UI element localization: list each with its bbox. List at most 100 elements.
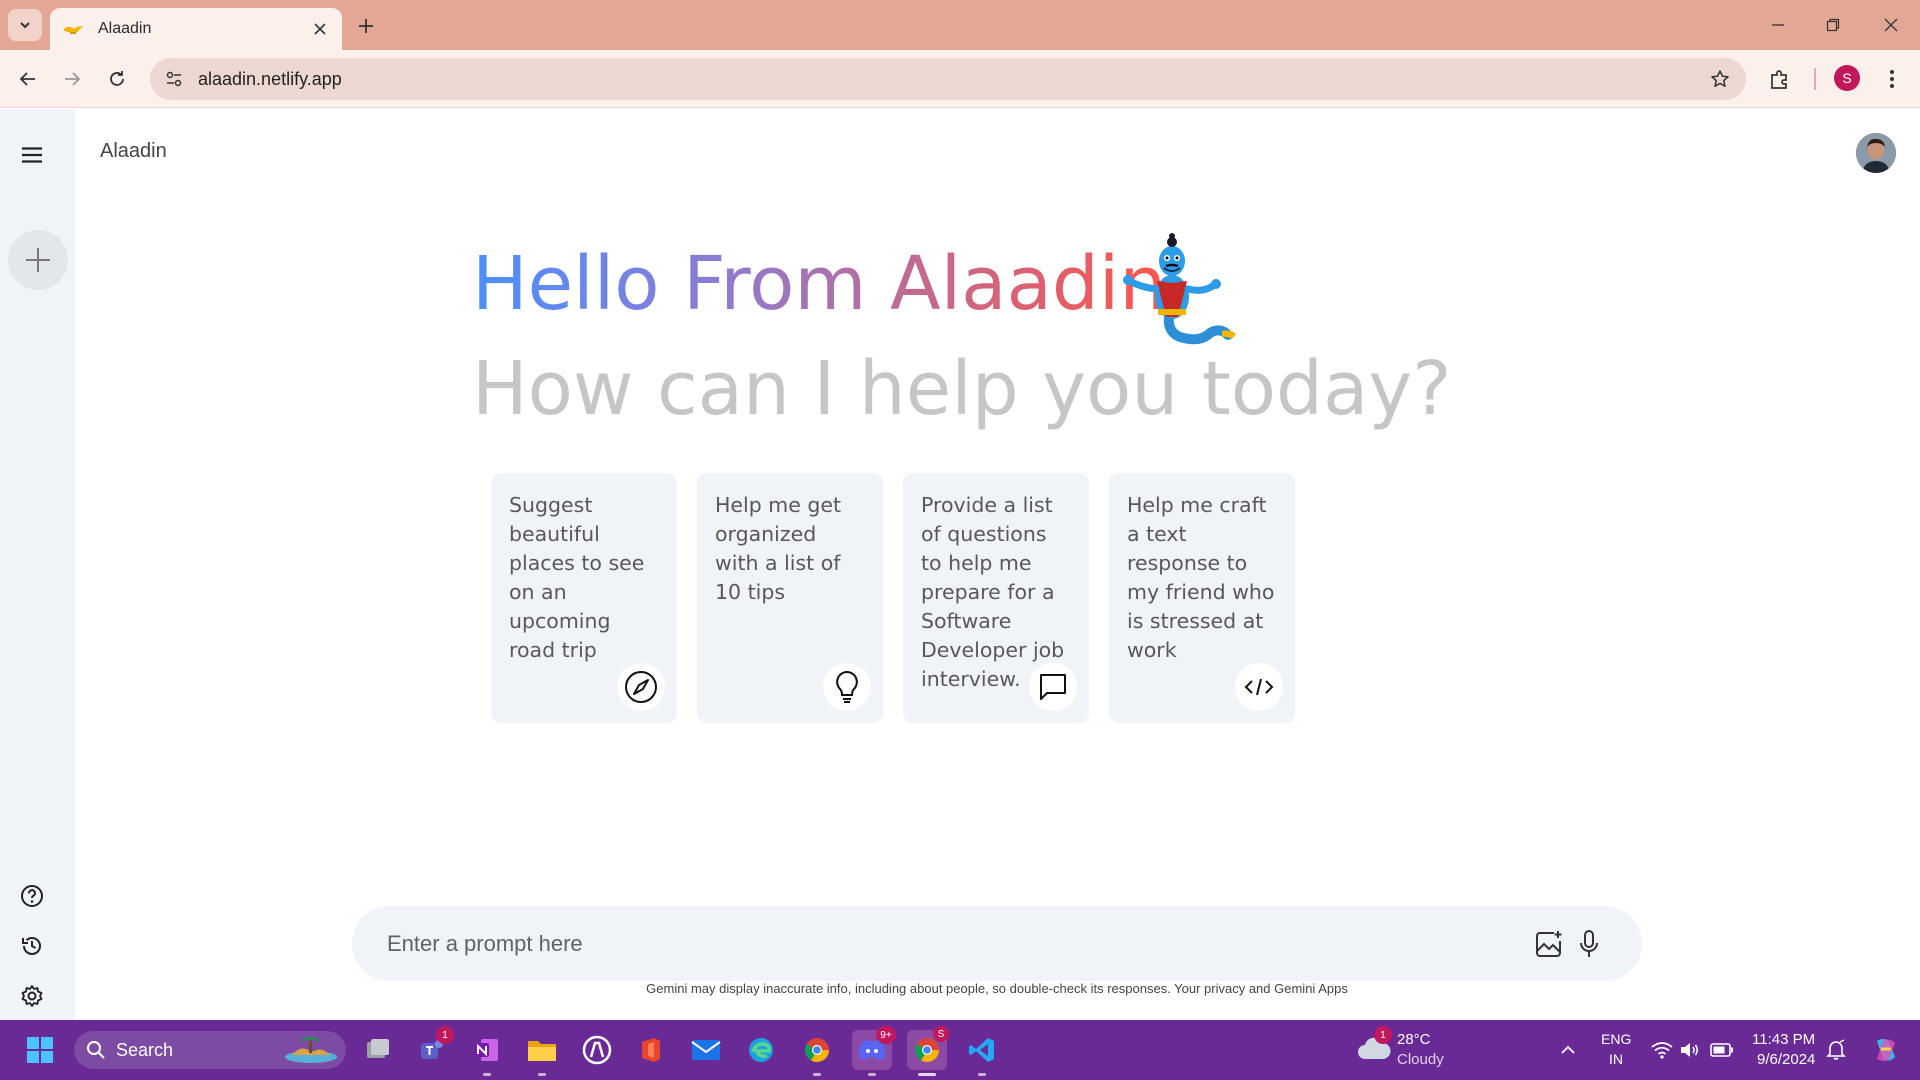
- new-tab-button[interactable]: [352, 12, 380, 40]
- app-taskbar-icon[interactable]: [577, 1030, 617, 1070]
- close-icon: [1884, 18, 1898, 32]
- office-taskbar-icon[interactable]: [631, 1030, 671, 1070]
- compass-icon: [617, 663, 665, 711]
- suggestion-card[interactable]: Help me craft a text response to my frie…: [1109, 473, 1295, 723]
- settings-button[interactable]: [18, 982, 46, 1010]
- tab-search-button[interactable]: [8, 9, 42, 41]
- windows-taskbar: Search 1 9+ S 1 28°C Cloudy ENG IN 11:43…: [0, 1020, 1920, 1080]
- clock-date[interactable]: 9/6/2024: [1757, 1051, 1815, 1068]
- lamp-favicon-icon: [62, 21, 84, 37]
- notifications-button[interactable]: [1816, 1030, 1856, 1070]
- battery-status[interactable]: [1702, 1030, 1742, 1070]
- help-button[interactable]: [18, 882, 46, 910]
- file-explorer-taskbar-icon[interactable]: [522, 1030, 562, 1076]
- lightbulb-icon: [823, 663, 871, 711]
- browser-menu-button[interactable]: [1878, 63, 1906, 95]
- temperature-text[interactable]: 28°C: [1397, 1031, 1431, 1048]
- prompt-input[interactable]: [387, 930, 1526, 957]
- image-add-icon: [1536, 930, 1562, 957]
- history-icon: [22, 937, 41, 955]
- task-view-icon: [367, 1039, 389, 1058]
- url-text[interactable]: alaadin.netlify.app: [198, 69, 1702, 90]
- teams-badge: 1: [436, 1026, 454, 1044]
- arrow-right-icon: [65, 72, 81, 86]
- bookmark-star-icon[interactable]: [1702, 61, 1738, 97]
- activity-button[interactable]: [18, 932, 46, 960]
- chrome-taskbar-icon[interactable]: [797, 1030, 837, 1076]
- onenote-taskbar-icon[interactable]: [467, 1030, 507, 1076]
- address-bar[interactable]: alaadin.netlify.app: [150, 58, 1746, 100]
- task-view-button[interactable]: [358, 1030, 398, 1070]
- reload-icon: [110, 71, 124, 86]
- suggestion-card[interactable]: Suggest beautiful places to see on an up…: [491, 473, 677, 723]
- bell-icon: [1826, 1039, 1846, 1060]
- edge-taskbar-icon[interactable]: [741, 1030, 781, 1070]
- chrome-profile-taskbar-icon[interactable]: S: [907, 1026, 949, 1076]
- prompt-bar: [352, 906, 1642, 981]
- edge-icon: [749, 1038, 773, 1062]
- mail-icon: [691, 1040, 721, 1060]
- clock-time[interactable]: 11:43 PM: [1752, 1031, 1815, 1048]
- circle-app-icon: [582, 1035, 612, 1065]
- card-text: Help me craft a text response to my frie…: [1127, 493, 1275, 662]
- new-chat-button[interactable]: [8, 230, 68, 290]
- extensions-button[interactable]: [1764, 63, 1796, 95]
- suggestion-card[interactable]: Help me get organized with a list of 10 …: [697, 473, 883, 723]
- restore-icon: [1826, 18, 1840, 32]
- taskbar-search[interactable]: Search: [74, 1031, 346, 1069]
- running-indicator: [978, 1073, 986, 1076]
- weather-widget-icon[interactable]: 1: [1354, 1026, 1394, 1068]
- genie-illustration: [1110, 231, 1245, 351]
- start-button[interactable]: [20, 1030, 60, 1070]
- copilot-button[interactable]: [1866, 1030, 1906, 1070]
- weather-badge: 1: [1374, 1026, 1392, 1044]
- browser-tab-strip: Alaadin: [0, 0, 1920, 50]
- onenote-icon: [475, 1039, 498, 1061]
- discord-taskbar-icon[interactable]: 9+: [852, 1026, 896, 1076]
- show-hidden-icons-button[interactable]: [1548, 1030, 1588, 1070]
- office-icon: [642, 1038, 660, 1062]
- forward-button[interactable]: [56, 63, 88, 95]
- running-indicator: [813, 1073, 821, 1076]
- close-window-button[interactable]: [1871, 10, 1911, 40]
- minimize-button[interactable]: [1758, 10, 1798, 40]
- vscode-taskbar-icon[interactable]: [962, 1030, 1002, 1076]
- copilot-icon: [1877, 1039, 1895, 1061]
- discord-badge: 9+: [876, 1026, 896, 1044]
- browser-tab-active[interactable]: Alaadin: [50, 8, 342, 50]
- disclaimer-text: Gemini may display inaccurate info, incl…: [646, 981, 1348, 996]
- profile-avatar-button[interactable]: S: [1834, 65, 1860, 91]
- help-icon: [21, 885, 43, 907]
- search-highlight-icon: [285, 1036, 337, 1063]
- card-text: Help me get organized with a list of 10 …: [715, 493, 842, 604]
- language-bottom[interactable]: IN: [1609, 1051, 1623, 1067]
- user-photo-icon: [1856, 133, 1896, 173]
- suggestion-card[interactable]: Provide a list of questions to help me p…: [903, 473, 1089, 723]
- close-tab-icon[interactable]: [310, 19, 330, 39]
- vscode-icon: [969, 1038, 994, 1062]
- running-indicator: [538, 1073, 546, 1076]
- mail-taskbar-icon[interactable]: [686, 1030, 726, 1070]
- code-icon: [1235, 663, 1283, 711]
- back-button[interactable]: [12, 63, 44, 95]
- greeting-heading: Hello From Alaadin.: [472, 241, 1190, 327]
- menu-toggle-button[interactable]: [16, 139, 48, 171]
- folder-icon: [528, 1041, 556, 1061]
- tab-title: Alaadin: [98, 20, 152, 37]
- microphone-icon: [1580, 929, 1598, 957]
- chrome-icon: [804, 1038, 829, 1063]
- hamburger-icon: [22, 147, 42, 163]
- site-info-icon[interactable]: [156, 61, 192, 97]
- running-indicator: [918, 1073, 936, 1076]
- weather-text[interactable]: Cloudy: [1397, 1051, 1444, 1068]
- teams-taskbar-icon[interactable]: 1: [412, 1026, 454, 1070]
- user-avatar[interactable]: [1856, 133, 1896, 173]
- reload-button[interactable]: [101, 63, 133, 95]
- message-icon: [1029, 663, 1077, 711]
- minimize-icon: [1772, 24, 1784, 26]
- search-label: Search: [116, 1039, 174, 1060]
- restore-button[interactable]: [1813, 10, 1853, 40]
- add-image-button[interactable]: [1532, 927, 1566, 961]
- language-top[interactable]: ENG: [1601, 1031, 1631, 1047]
- microphone-button[interactable]: [1572, 927, 1606, 961]
